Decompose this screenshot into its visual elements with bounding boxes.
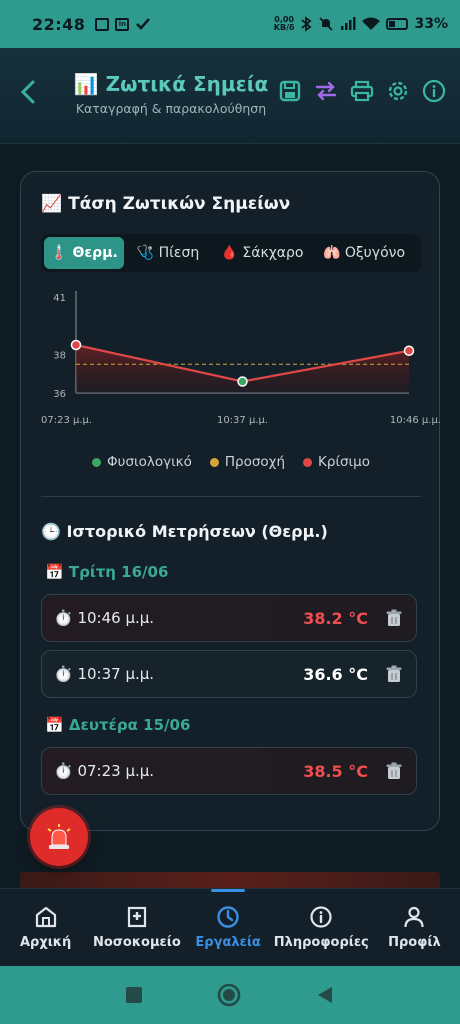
- recents-button[interactable]: [125, 986, 143, 1004]
- measurement-row[interactable]: ⏱️ 10:46 μ.μ. 38.2 °C: [41, 594, 417, 642]
- tab-temperature[interactable]: 🌡️ Θερμ.: [44, 237, 124, 269]
- tab-glucose[interactable]: 🩸 Σάκχαρο: [212, 237, 312, 269]
- data-point: [237, 376, 248, 387]
- day-label-tuesday: 📅 Τρίτη 16/06: [45, 563, 169, 581]
- swap-icon: [315, 81, 337, 101]
- home-icon: [35, 906, 56, 928]
- bottom-navigation: Αρχική Νοσοκομείο Εργαλεία Πληροφορίες Π…: [0, 888, 460, 966]
- page-title: 📊 Ζωτικά Σημεία: [73, 72, 269, 96]
- linkedin-notification-icon: in: [115, 17, 130, 31]
- vitals-card: 📈 Τάση Ζωτικών Σημείων 🌡️ Θερμ. 🩺 Πίεση …: [20, 171, 441, 831]
- status-time: 22:48: [32, 14, 86, 34]
- back-nav-button[interactable]: [315, 985, 335, 1005]
- hospital-icon: [127, 906, 146, 928]
- app-notification-icon: [136, 18, 151, 30]
- legend-dot-critical: [303, 457, 313, 467]
- content-area[interactable]: 📈 Τάση Ζωτικών Σημείων 🌡️ Θερμ. 🩺 Πίεση …: [0, 144, 460, 888]
- info-button[interactable]: [422, 78, 446, 104]
- vitals-type-tabs: 🌡️ Θερμ. 🩺 Πίεση 🩸 Σάκχαρο 🫁 Οξυγόνο: [41, 234, 421, 272]
- back-icon: [20, 80, 35, 104]
- status-right: 0,00 KB/δ 33%: [273, 15, 448, 33]
- network-speed: 0,00 KB/δ: [273, 15, 295, 32]
- tab-pressure[interactable]: 🩺 Πίεση: [126, 237, 210, 269]
- x-tick-label: 07:23 μ.μ.: [41, 415, 92, 426]
- back-button[interactable]: [20, 78, 36, 113]
- measurement-time: ⏱️ 10:46 μ.μ.: [54, 609, 155, 627]
- legend-dot-normal: [92, 457, 102, 467]
- home-button[interactable]: [217, 983, 241, 1007]
- measurement-value: 36.6 °C: [303, 664, 368, 684]
- delete-button[interactable]: [384, 608, 404, 628]
- clock-icon: [217, 906, 239, 928]
- x-tick-label: 10:37 μ.μ.: [217, 415, 268, 426]
- legend-item-critical: Κρίσιμο: [303, 454, 370, 470]
- page-header: 📊 Ζωτικά Σημεία Καταγραφή & παρακολούθησ…: [68, 72, 274, 116]
- status-bar: 22:48 in 0,00 KB/δ 33%: [0, 0, 460, 48]
- app-bar: 📊 Ζωτικά Σημεία Καταγραφή & παρακολούθησ…: [0, 48, 460, 144]
- measurement-time: ⏱️ 10:37 μ.μ.: [54, 665, 155, 683]
- delete-button[interactable]: [384, 664, 404, 684]
- status-notification-icons: in: [95, 17, 151, 31]
- swap-button[interactable]: [314, 78, 338, 104]
- measurement-value: 38.5 °C: [303, 761, 368, 781]
- nav-item-profile[interactable]: Προφίλ: [369, 889, 460, 966]
- settings-button[interactable]: [386, 78, 410, 104]
- battery-percent: 33%: [414, 16, 448, 32]
- page-subtitle: Καταγραφή & παρακολούθηση: [75, 101, 267, 116]
- next-card-edge: [20, 872, 440, 888]
- trend-title: 📈 Τάση Ζωτικών Σημείων: [41, 194, 291, 214]
- data-point: [403, 345, 415, 357]
- save-icon: [279, 80, 301, 102]
- save-button[interactable]: [278, 78, 302, 104]
- x-tick-label: 10:46 μ.μ.: [390, 415, 441, 426]
- settings-icon: [388, 81, 408, 101]
- emergency-sos-button[interactable]: [30, 808, 88, 866]
- tab-oxygen[interactable]: 🫁 Οξυγόνο: [314, 237, 414, 269]
- mute-icon: [319, 17, 334, 31]
- bluetooth-icon: [301, 16, 312, 32]
- nav-item-home[interactable]: Αρχική: [0, 889, 91, 966]
- section-divider: [41, 496, 421, 497]
- info-icon: [422, 79, 446, 103]
- nav-item-tools[interactable]: Εργαλεία: [183, 889, 274, 966]
- wifi-icon: [362, 17, 381, 30]
- day-label-monday: 📅 Δευτέρα 15/06: [45, 716, 191, 734]
- data-point: [70, 339, 82, 351]
- print-icon: [350, 80, 374, 102]
- toolbar-actions: [278, 78, 446, 104]
- measurement-row[interactable]: ⏱️ 10:37 μ.μ. 36.6 °C: [41, 650, 417, 698]
- legend-item-warning: Προσοχή: [209, 454, 285, 470]
- active-tab-indicator: [211, 889, 246, 892]
- delete-button[interactable]: [384, 761, 404, 781]
- user-icon: [404, 906, 424, 928]
- calendar-notification-icon: [95, 17, 110, 31]
- nav-item-hospital[interactable]: Νοσοκομείο: [91, 889, 182, 966]
- y-tick-label: 41: [53, 293, 66, 304]
- y-tick-label: 38: [53, 351, 66, 362]
- nav-item-info[interactable]: Πληροφορίες: [274, 889, 369, 966]
- battery-icon: [386, 18, 409, 30]
- chart-legend: Φυσιολογικό Προσοχή Κρίσιμο: [21, 454, 441, 470]
- measurement-row[interactable]: ⏱️ 07:23 μ.μ. 38.5 °C: [41, 747, 417, 795]
- signal-icon: [341, 17, 356, 30]
- siren-icon: [47, 824, 71, 849]
- y-tick-label: 36: [53, 389, 66, 400]
- print-button[interactable]: [350, 78, 374, 104]
- measurement-time: ⏱️ 07:23 μ.μ.: [54, 762, 155, 780]
- system-navigation-bar: [0, 966, 460, 1024]
- info-circle-icon: [310, 906, 332, 928]
- temperature-trend-chart: 41 38 36 07:23 μ.μ. 10:37 μ.μ. 10:46 μ.μ.: [41, 291, 441, 426]
- measurement-value: 38.2 °C: [303, 608, 368, 628]
- legend-dot-warning: [209, 457, 219, 467]
- legend-item-normal: Φυσιολογικό: [92, 454, 192, 470]
- history-title: 🕒 Ιστορικό Μετρήσεων (Θερμ.): [41, 522, 328, 541]
